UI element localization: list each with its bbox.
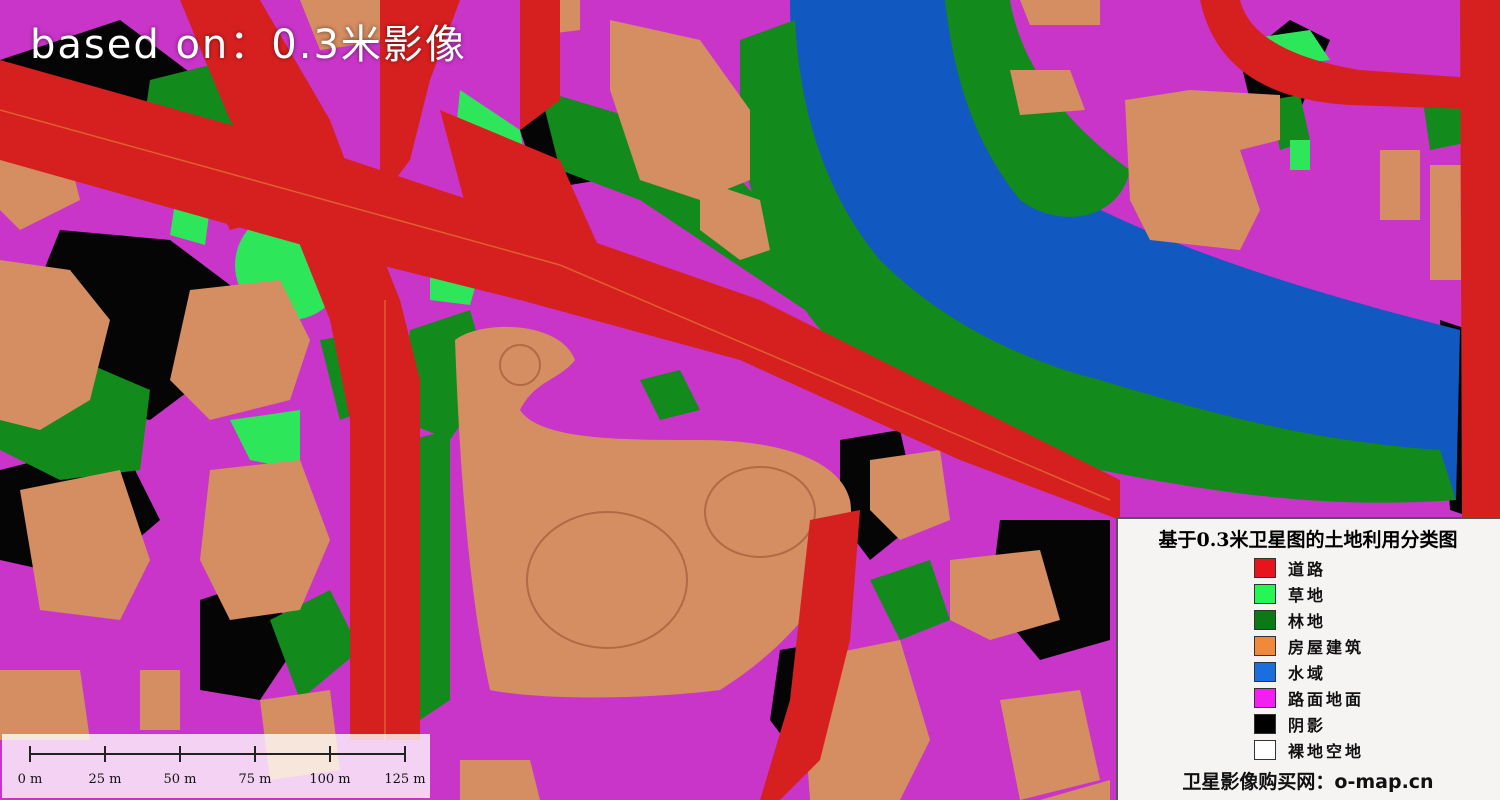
- scale-tick-label: 100 m: [309, 772, 351, 787]
- legend-item-water: 水域: [1254, 659, 1364, 685]
- legend-swatch: [1254, 662, 1276, 682]
- legend-label: 路面地面: [1288, 690, 1365, 709]
- legend-swatch: [1254, 584, 1276, 604]
- legend-label: 房屋建筑: [1288, 638, 1365, 657]
- legend-footer-source: 卫星影像购买网：o-map.cn: [1182, 771, 1434, 793]
- legend-item-building: 房屋建筑: [1254, 633, 1364, 659]
- scale-tick-label: 50 m: [163, 772, 197, 787]
- legend-label: 草地: [1288, 586, 1327, 605]
- scale-tick-label: 25 m: [88, 772, 122, 787]
- legend-item-bare-land: 裸地空地: [1254, 737, 1364, 763]
- legend-label: 阴影: [1288, 716, 1327, 735]
- legend-swatch: [1254, 740, 1276, 760]
- map-view[interactable]: based on：0.3米影像 基于0.3米卫星图的土地利用分类图 道路 草地 …: [0, 0, 1500, 800]
- legend-item-grassland: 草地: [1254, 581, 1364, 607]
- scale-tick-label: 75 m: [238, 772, 272, 787]
- legend-swatch: [1254, 558, 1276, 578]
- scale-tick-label: 0 m: [17, 772, 43, 787]
- scale-tick-label: 125 m: [384, 772, 426, 787]
- legend-item-road: 道路: [1254, 555, 1364, 581]
- legend-label: 林地: [1288, 612, 1327, 631]
- scale-bar-graphic: [29, 746, 406, 762]
- legend-swatch: [1254, 714, 1276, 734]
- legend-title: 基于0.3米卫星图的土地利用分类图: [1158, 529, 1458, 551]
- legend-swatch: [1254, 610, 1276, 630]
- scale-bar: 0 m 25 m 50 m 75 m 100 m 125 m: [2, 734, 430, 798]
- legend-label: 裸地空地: [1288, 742, 1365, 761]
- map-legend: 基于0.3米卫星图的土地利用分类图 道路 草地 林地 房屋建筑 水域 路面地面 …: [1116, 517, 1500, 800]
- legend-item-forest: 林地: [1254, 607, 1364, 633]
- legend-label: 水域: [1288, 664, 1327, 683]
- legend-swatch: [1254, 636, 1276, 656]
- imagery-resolution-caption: based on：0.3米影像: [30, 22, 467, 68]
- legend-label: 道路: [1288, 560, 1327, 579]
- legend-item-paved-ground: 路面地面: [1254, 685, 1364, 711]
- legend-items: 道路 草地 林地 房屋建筑 水域 路面地面 阴影 裸地空地: [1254, 555, 1364, 763]
- legend-swatch: [1254, 688, 1276, 708]
- legend-item-shadow: 阴影: [1254, 711, 1364, 737]
